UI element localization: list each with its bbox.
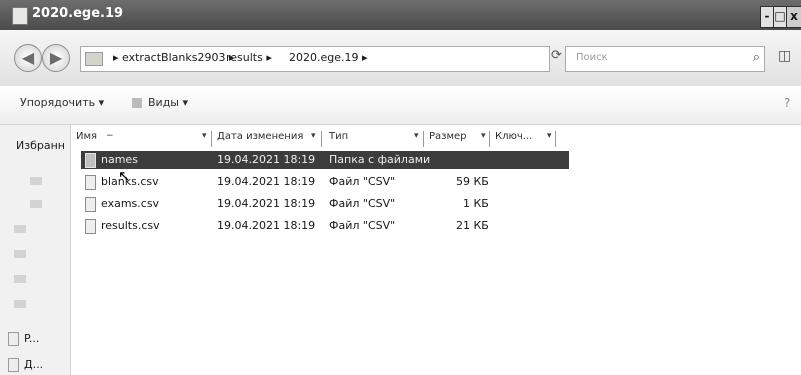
table-row[interactable]: results.csv 19.04.2021 18:19 Файл "CSV" … (81, 217, 569, 235)
address-bar-area: ◀ ▶ ▸ extractBlanks2903 ▸ results ▸ 2020… (0, 30, 801, 86)
column-dropdown-icon[interactable]: ▾ (311, 131, 316, 141)
nav-placeholder (14, 300, 26, 308)
mouse-cursor-icon: ↖ (118, 167, 131, 185)
file-icon (85, 219, 96, 234)
breadcrumb-results[interactable]: results ▸ (226, 51, 272, 64)
nav-placeholder (14, 225, 26, 233)
file-type: Файл "CSV" (329, 197, 396, 210)
sort-icon[interactable]: − (106, 131, 114, 141)
maximize-button[interactable]: □ (773, 6, 787, 28)
address-field[interactable]: ▸ extractBlanks2903 ▸ results ▸ 2020.ege… (80, 46, 609, 72)
breadcrumb-extractblanks[interactable]: ▸ extractBlanks2903 ▸ (113, 51, 234, 64)
column-dropdown-icon[interactable]: ▾ (414, 131, 419, 141)
nav-placeholder (14, 250, 26, 258)
file-type: Файл "CSV" (329, 219, 396, 232)
nav-placeholder (30, 200, 42, 208)
help-icon[interactable]: ? (784, 96, 790, 110)
file-date: 19.04.2021 18:19 (217, 175, 316, 188)
folder-icon (85, 52, 103, 66)
views-button[interactable]: Виды ▾ (148, 96, 188, 109)
file-list: Имя − ▾ Дата изменения ▾ Тип ▾ Размер ▾ … (71, 125, 801, 375)
nav-placeholder (14, 275, 26, 283)
file-name: names (101, 153, 138, 166)
column-dropdown-icon[interactable]: ▾ (547, 131, 552, 141)
document-icon (8, 332, 19, 346)
title-bar: 2020.ege.19 - □ x (0, 0, 801, 30)
nav-item[interactable]: Д... (8, 358, 43, 372)
file-name: exams.csv (101, 197, 160, 210)
table-row[interactable]: names 19.04.2021 18:19 Папка с файлами (81, 151, 569, 169)
file-icon (85, 175, 96, 190)
minimize-button[interactable]: - (760, 6, 774, 28)
file-size: 59 КБ (456, 175, 489, 188)
file-type: Папка с файлами (329, 153, 431, 166)
favorites-link[interactable]: Избранн (16, 139, 65, 152)
breadcrumb-current[interactable]: 2020.ege.19 ▸ (289, 51, 368, 64)
close-button[interactable]: x (786, 6, 801, 28)
document-icon (8, 358, 19, 372)
file-icon (85, 197, 96, 212)
file-type: Файл "CSV" (329, 175, 396, 188)
folder-icon (85, 153, 96, 168)
search-input[interactable]: Поиск ⌕ (565, 46, 765, 72)
file-size: 1 КБ (463, 197, 489, 210)
refresh-icon[interactable]: ⟳ (551, 48, 562, 63)
nav-item[interactable]: P... (8, 332, 39, 346)
file-date: 19.04.2021 18:19 (217, 153, 316, 166)
column-header-date[interactable]: Дата изменения (217, 131, 303, 149)
file-size: 21 КБ (456, 219, 489, 232)
column-dropdown-icon[interactable]: ▾ (481, 131, 486, 141)
column-header-type[interactable]: Тип (329, 131, 348, 149)
search-placeholder: Поиск (576, 52, 608, 63)
organize-button[interactable]: Упорядочить ▾ (20, 96, 104, 109)
back-button[interactable]: ◀ (14, 44, 42, 72)
table-row[interactable]: exams.csv 19.04.2021 18:19 Файл "CSV" 1 … (81, 195, 569, 213)
forward-button[interactable]: ▶ (42, 44, 70, 72)
file-date: 19.04.2021 18:19 (217, 197, 316, 210)
nav-placeholder (30, 177, 42, 185)
file-date: 19.04.2021 18:19 (217, 219, 316, 232)
search-icon[interactable]: ⌕ (753, 50, 760, 65)
table-row[interactable]: blanks.csv 19.04.2021 18:19 Файл "CSV" 5… (81, 173, 569, 191)
navigation-pane: Избранн P... Д... (0, 125, 71, 375)
column-header-name[interactable]: Имя (76, 131, 97, 149)
views-icon (132, 98, 142, 108)
column-dropdown-icon[interactable]: ▾ (202, 131, 207, 141)
layout-icon[interactable]: ◫ (778, 48, 791, 64)
column-header-keywords[interactable]: Ключ... (495, 131, 532, 149)
file-name: results.csv (101, 219, 160, 232)
window-title: 2020.ege.19 (32, 6, 124, 21)
column-header-size[interactable]: Размер (429, 131, 467, 149)
folder-icon (12, 7, 28, 25)
toolbar: Упорядочить ▾ Виды ▾ ? (0, 86, 801, 125)
